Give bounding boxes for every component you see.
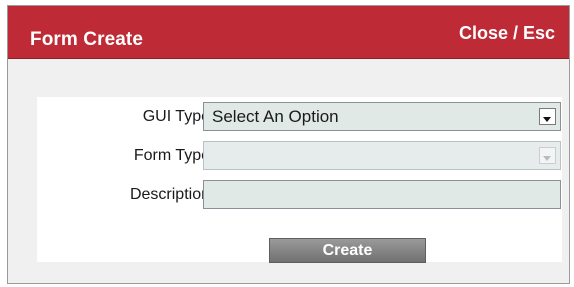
close-button[interactable]: Close / Esc <box>459 23 555 44</box>
form-type-row: Form Type <box>37 141 562 171</box>
gui-type-select[interactable]: Select An Option <box>203 102 561 131</box>
form-create-dialog: Form Create Close / Esc GUI Type Select … <box>7 5 570 284</box>
description-label: Description <box>129 186 210 203</box>
gui-type-label: GUI Type <box>142 108 210 125</box>
description-row: Description <box>37 180 562 210</box>
chevron-down-icon[interactable] <box>539 108 556 125</box>
gui-type-row: GUI Type Select An Option <box>37 102 562 132</box>
gui-type-selected-value: Select An Option <box>212 107 339 126</box>
dialog-title: Form Create <box>30 29 144 50</box>
dialog-titlebar: Form Create Close / Esc <box>8 6 569 59</box>
chevron-down-icon <box>539 147 556 164</box>
form-type-label: Form Type <box>133 147 210 164</box>
create-button[interactable]: Create <box>269 238 426 263</box>
form-type-select <box>203 141 561 170</box>
description-input[interactable] <box>203 180 561 209</box>
form-panel: GUI Type Select An Option Form Type Desc… <box>37 97 562 263</box>
